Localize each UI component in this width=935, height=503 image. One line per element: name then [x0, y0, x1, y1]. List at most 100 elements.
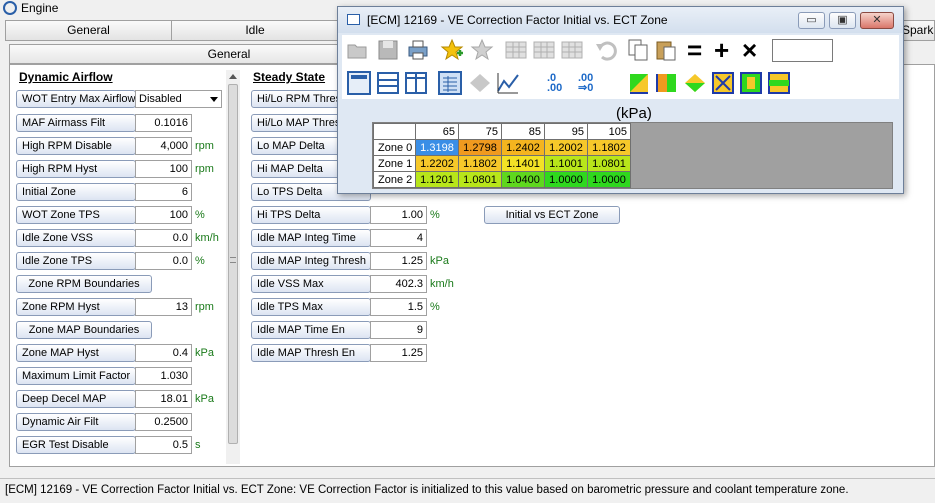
table-insert-icon[interactable]: [504, 38, 528, 62]
dynamic-air-filt-label: Dynamic Air Filt: [16, 413, 136, 431]
maf-airmass-filt-value[interactable]: 0.1016: [135, 114, 192, 132]
open-icon[interactable]: [346, 38, 370, 62]
scroll-thumb[interactable]: [228, 84, 238, 444]
table-cell[interactable]: 1.2798: [458, 139, 502, 156]
table-cell[interactable]: 1.1802: [458, 155, 502, 172]
egr-test-disable-label: EGR Test Disable: [16, 436, 136, 454]
save-icon[interactable]: [376, 38, 400, 62]
dynamic-air-filt-value[interactable]: 0.2500: [135, 413, 192, 431]
zone-rpm-hyst-value[interactable]: 13: [135, 298, 192, 316]
equals-button[interactable]: =: [687, 37, 702, 63]
surface-3d-icon[interactable]: [468, 71, 492, 95]
idle-zone-vss-value[interactable]: 0.0: [135, 229, 192, 247]
idle-vss-max-unit: km/h: [430, 278, 454, 290]
table-cell[interactable]: 1.1401: [501, 155, 545, 172]
high-rpm-disable-unit: rpm: [195, 140, 214, 152]
table-view-icon[interactable]: [438, 71, 462, 95]
table-cell[interactable]: 1.1001: [544, 155, 588, 172]
egr-test-disable-value[interactable]: 0.5: [135, 436, 192, 454]
interpolate-cross-icon[interactable]: [711, 71, 735, 95]
line-graph-icon[interactable]: [496, 71, 520, 95]
close-button[interactable]: ✕: [860, 12, 894, 29]
scroll-up-arrow-icon[interactable]: [229, 74, 237, 79]
table-cell[interactable]: 1.2402: [501, 139, 545, 156]
tab-idle[interactable]: Idle: [171, 20, 339, 41]
table-fill-icon[interactable]: [560, 38, 584, 62]
wot-zone-tps-value[interactable]: 100: [135, 206, 192, 224]
wot-zone-tps-label: WOT Zone TPS: [16, 206, 136, 224]
layout-single-icon[interactable]: [347, 71, 371, 95]
interpolate-rows-icon[interactable]: [767, 71, 791, 95]
table-cell[interactable]: 1.3198: [415, 139, 459, 156]
deep-decel-map-value[interactable]: 18.01: [135, 390, 192, 408]
high-rpm-disable-value[interactable]: 4,000: [135, 137, 192, 155]
maf-airmass-filt-label: MAF Airmass Filt: [16, 114, 136, 132]
initial-zone-value[interactable]: 6: [135, 183, 192, 201]
col-header: 65: [415, 123, 459, 140]
star-icon[interactable]: [470, 38, 494, 62]
decimal-decrease-icon[interactable]: .0.00: [547, 73, 577, 97]
multiply-button[interactable]: ×: [742, 37, 757, 63]
row-header: Zone 1: [373, 155, 416, 172]
minimize-icon: ▭: [806, 14, 817, 26]
minimize-button[interactable]: ▭: [798, 12, 825, 29]
idle-zone-vss-label: Idle Zone VSS: [16, 229, 136, 247]
ve-window-titlebar[interactable]: [ECM] 12169 - VE Correction Factor Initi…: [338, 7, 903, 33]
star-add-icon[interactable]: [440, 38, 464, 62]
initial-vs-ect-zone-button[interactable]: Initial vs ECT Zone: [484, 206, 620, 224]
operation-value-input[interactable]: [772, 39, 833, 62]
interpolate-horizontal-icon[interactable]: [655, 71, 679, 95]
table-cell[interactable]: 1.2202: [415, 155, 459, 172]
interpolate-vertical-icon[interactable]: [627, 71, 651, 95]
maximize-button[interactable]: ▣: [829, 12, 856, 29]
table-cell[interactable]: 1.0801: [587, 155, 631, 172]
dynamic-airflow-heading: Dynamic Airflow: [19, 70, 113, 84]
wot-entry-select[interactable]: Disabled: [135, 90, 222, 108]
layout-split-v-icon[interactable]: [404, 71, 428, 95]
chevron-down-icon: [210, 97, 218, 102]
undo-icon[interactable]: [594, 38, 618, 62]
idle-map-integ-time-value[interactable]: 4: [370, 229, 427, 247]
interpolate-icon[interactable]: [683, 71, 707, 95]
idle-map-time-en-value[interactable]: 9: [370, 321, 427, 339]
table-cell[interactable]: 1.1201: [415, 171, 459, 188]
table-row: Zone 2 1.1201 1.0801 1.0400 1.0000 1.000…: [373, 171, 631, 188]
idle-zone-tps-value[interactable]: 0.0: [135, 252, 192, 270]
copy-icon[interactable]: [626, 38, 650, 62]
table-cell[interactable]: 1.0000: [587, 171, 631, 188]
maximize-icon: ▣: [837, 14, 848, 26]
ve-table-grid: 65 75 85 95 105 Zone 0 1.3198 1.2798 1.2…: [372, 122, 893, 189]
layout-split-h-icon[interactable]: [376, 71, 400, 95]
idle-map-integ-thresh-value[interactable]: 1.25: [370, 252, 427, 270]
idle-vss-max-value[interactable]: 402.3: [370, 275, 427, 293]
maximum-limit-factor-value[interactable]: 1.030: [135, 367, 192, 385]
vertical-scrollbar[interactable]: [226, 70, 240, 464]
table-cell[interactable]: 1.0400: [501, 171, 545, 188]
idle-zone-tps-label: Idle Zone TPS: [16, 252, 136, 270]
decimal-increase-icon[interactable]: .00 ⇒0: [578, 73, 608, 97]
app-title: Engine: [21, 1, 59, 15]
tab-spark[interactable]: Spark: [901, 20, 935, 41]
print-icon[interactable]: [406, 38, 430, 62]
hi-tps-delta-value[interactable]: 1.00: [370, 206, 427, 224]
zone-rpm-boundaries-button[interactable]: Zone RPM Boundaries: [16, 275, 152, 293]
close-icon: ✕: [872, 14, 882, 26]
zone-map-hyst-value[interactable]: 0.4: [135, 344, 192, 362]
table-cell[interactable]: 1.1802: [587, 139, 631, 156]
grip-icon: [230, 257, 236, 263]
interpolate-fill-icon[interactable]: [739, 71, 763, 95]
ve-window-title: [ECM] 12169 - VE Correction Factor Initi…: [367, 13, 668, 27]
idle-zone-tps-unit: %: [195, 255, 205, 267]
idle-tps-max-value[interactable]: 1.5: [370, 298, 427, 316]
table-cell[interactable]: 1.0801: [458, 171, 502, 188]
table-delete-icon[interactable]: [532, 38, 556, 62]
table-cell[interactable]: 1.2002: [544, 139, 588, 156]
tab-general[interactable]: General: [5, 20, 172, 41]
paste-icon[interactable]: [654, 38, 678, 62]
idle-map-thresh-en-value[interactable]: 1.25: [370, 344, 427, 362]
high-rpm-hyst-value[interactable]: 100: [135, 160, 192, 178]
table-cell[interactable]: 1.0000: [544, 171, 588, 188]
ve-toolbar: = + × .0.00 .00 ⇒0: [342, 35, 899, 99]
plus-button[interactable]: +: [714, 37, 729, 63]
zone-map-boundaries-button[interactable]: Zone MAP Boundaries: [16, 321, 152, 339]
